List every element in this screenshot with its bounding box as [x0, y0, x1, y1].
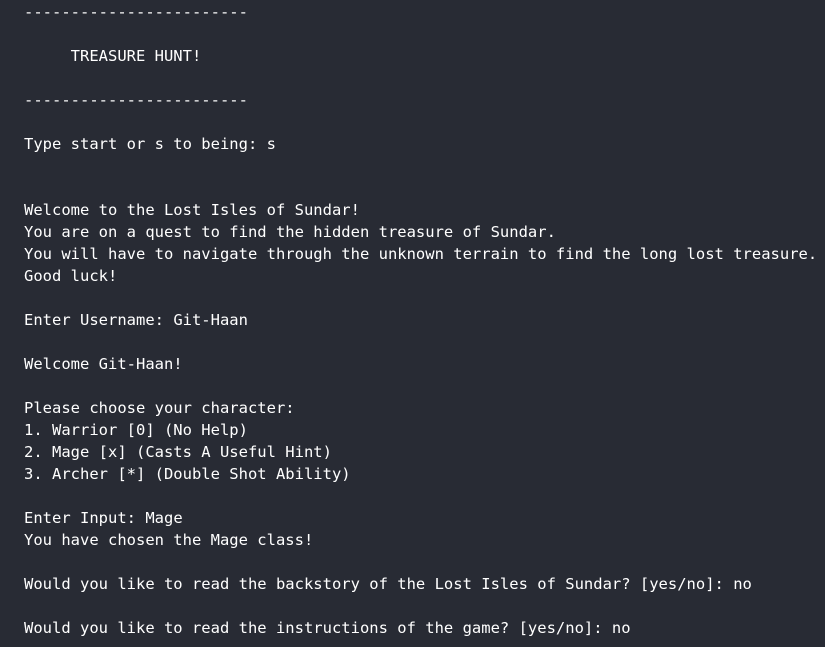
backstory-line: Would you like to read the backstory of …	[24, 573, 752, 595]
character-option-warrior: 1. Warrior [0] (No Help)	[24, 421, 248, 439]
welcome-user: Welcome Git-Haan!	[24, 355, 183, 373]
username-line: Enter Username: Git-Haan	[24, 309, 248, 331]
start-prompt: Type start or s to being:	[24, 135, 267, 153]
backstory-answer: no	[733, 575, 752, 593]
welcome-line: Good luck!	[24, 267, 118, 285]
instructions-prompt: Would you like to read the instructions …	[24, 619, 612, 637]
welcome-line: Welcome to the Lost Isles of Sundar!	[24, 201, 360, 219]
chosen-class-message: You have chosen the Mage class!	[24, 531, 314, 549]
divider-top: ------------------------	[24, 3, 248, 21]
welcome-line: You will have to navigate through the un…	[24, 245, 818, 263]
start-input: s	[266, 135, 276, 153]
instructions-line: Would you like to read the instructions …	[24, 617, 631, 639]
divider-bottom: ------------------------	[24, 91, 248, 109]
input-line: Enter Input: Mage	[24, 507, 183, 529]
username-prompt: Enter Username:	[24, 311, 174, 329]
game-title: TREASURE HUNT!	[24, 47, 202, 65]
instructions-answer: no	[611, 619, 631, 637]
start-line: Type start or s to being: s	[24, 133, 276, 155]
character-option-mage: 2. Mage [x] (Casts A Useful Hint)	[24, 443, 332, 461]
terminal-output[interactable]: ------------------------ TREASURE HUNT! …	[0, 0, 825, 647]
input-value: Mage	[145, 509, 183, 527]
character-option-archer: 3. Archer [*] (Double Shot Ability)	[24, 465, 351, 483]
welcome-line: You are on a quest to find the hidden tr…	[24, 223, 556, 241]
username-input: Git-Haan	[173, 311, 248, 329]
choose-character-header: Please choose your character:	[24, 399, 295, 417]
backstory-prompt: Would you like to read the backstory of …	[24, 575, 734, 593]
input-prompt: Enter Input:	[24, 509, 146, 527]
